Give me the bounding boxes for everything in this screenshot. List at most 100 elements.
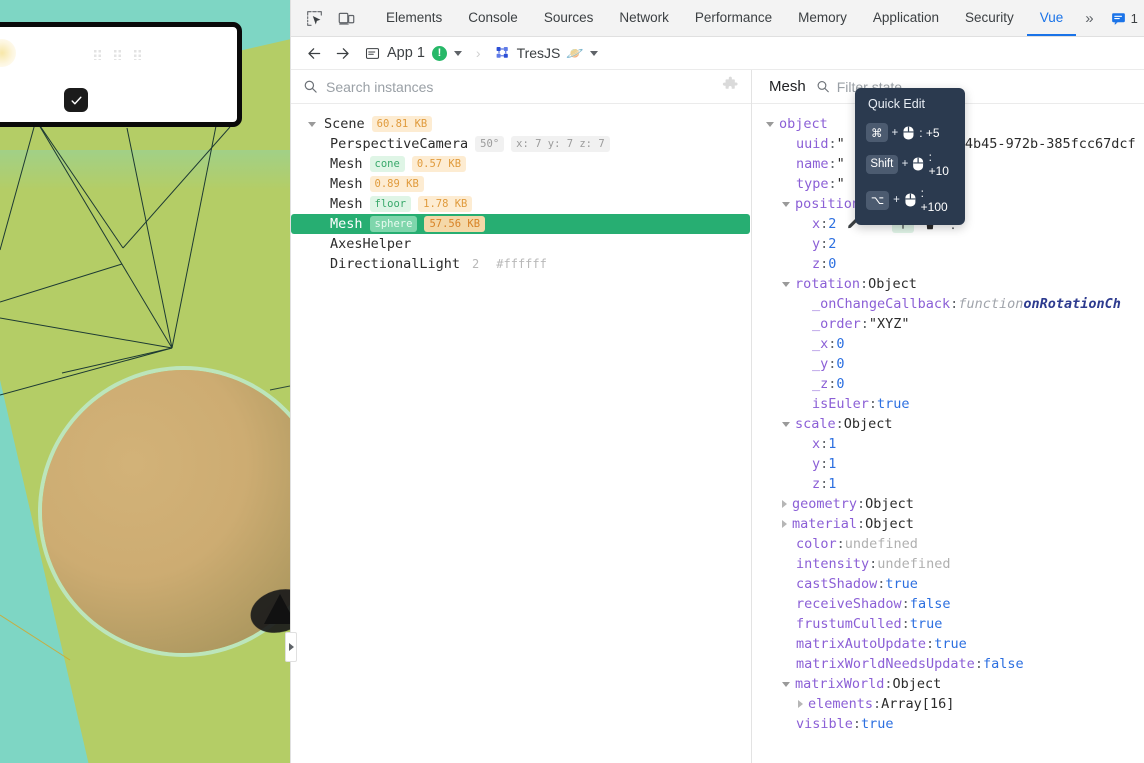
state-twisty-icon[interactable] [782, 681, 790, 687]
state-key-separator: : [828, 136, 837, 152]
state-property-row[interactable]: frustumCulled: true [752, 614, 1144, 634]
three-js-viewport[interactable]: Visible [0, 0, 290, 763]
tab-memory[interactable]: Memory [785, 0, 860, 36]
state-property-row[interactable]: color: undefined [752, 534, 1144, 554]
state-property-row[interactable]: matrixAutoUpdate: true [752, 634, 1144, 654]
state-property-key: _z [812, 376, 829, 392]
state-key-separator: : [857, 496, 866, 512]
state-twisty-icon[interactable] [766, 121, 774, 127]
component-selector[interactable]: TresJS 🪐 [491, 45, 602, 62]
more-tabs-button[interactable]: » [1076, 0, 1102, 36]
tree-row-tag: 0.89 KB [369, 175, 424, 193]
state-property-row[interactable]: y: 1 [752, 454, 1144, 474]
state-property-row[interactable]: visible: true [752, 714, 1144, 734]
state-property-value: 0 [836, 356, 845, 372]
state-property-row[interactable]: matrixWorldNeedsUpdate: false [752, 654, 1144, 674]
state-property-row[interactable]: material: Object [752, 514, 1144, 534]
state-twisty-icon[interactable] [782, 281, 790, 287]
state-property-row[interactable]: _y: 0 [752, 354, 1144, 374]
state-key-separator: : [901, 596, 910, 612]
quick-edit-plus: + [893, 194, 900, 206]
state-property-row[interactable]: intensity: undefined [752, 554, 1144, 574]
state-property-row[interactable]: elements: Array[16] [752, 694, 1144, 714]
puzzle-piece-icon[interactable] [722, 76, 739, 98]
state-property-value: 0 [836, 336, 845, 352]
state-property-key: z [812, 256, 821, 272]
state-key-separator: : [836, 536, 845, 552]
visible-checkbox[interactable] [64, 88, 88, 112]
tree-row-tag: sphere [369, 215, 418, 233]
app-label: App 1 [387, 45, 425, 61]
state-property-row[interactable]: x: 1 [752, 434, 1144, 454]
tree-row[interactable]: Scene 60.81 KB [291, 114, 751, 134]
state-key-separator: : [869, 556, 878, 572]
tab-console[interactable]: Console [455, 0, 531, 36]
chevron-down-icon[interactable] [453, 50, 462, 56]
tab-performance[interactable]: Performance [682, 0, 785, 36]
tab-vue[interactable]: Vue [1026, 0, 1077, 36]
quick-edit-value: : +10 [928, 150, 949, 178]
tree-row[interactable]: Mesh floor 1.78 KB [291, 194, 751, 214]
state-property-key: y [812, 456, 821, 472]
state-key-separator: : [820, 476, 829, 492]
state-property-value: Object [892, 676, 942, 692]
state-property-row[interactable]: isEuler: true [752, 394, 1144, 414]
forward-button[interactable] [329, 40, 355, 66]
device-toolbar-icon[interactable] [333, 5, 359, 31]
state-property-row[interactable]: _onChangeCallback: function onRotationCh [752, 294, 1144, 314]
state-twisty-icon[interactable] [782, 520, 787, 528]
state-property-row[interactable]: rotation: Object [752, 274, 1144, 294]
state-property-key: matrixWorld [795, 676, 885, 692]
drag-dots-icon[interactable] [93, 49, 142, 60]
tree-row-label: Mesh [330, 196, 363, 212]
search-instances-input[interactable] [326, 78, 714, 95]
app-window-icon [365, 47, 380, 59]
state-property-key: color [796, 536, 837, 552]
tweakpane-overlay[interactable]: Visible [0, 22, 242, 127]
state-property-row[interactable]: castShadow: true [752, 574, 1144, 594]
state-property-value: " [836, 176, 845, 192]
app-selector[interactable]: App 1 ! [357, 45, 466, 61]
state-twisty-icon[interactable] [782, 201, 790, 207]
state-property-row[interactable]: _z: 0 [752, 374, 1144, 394]
quick-edit-key: ⌘ [866, 123, 888, 142]
state-property-value: true [885, 576, 918, 592]
tree-row[interactable]: AxesHelper [291, 234, 751, 254]
state-twisty-icon[interactable] [798, 700, 803, 708]
state-twisty-icon[interactable] [782, 500, 787, 508]
tree-row[interactable]: Mesh 0.89 KB [291, 174, 751, 194]
state-key-separator: : [828, 336, 837, 352]
state-twisty-icon[interactable] [782, 421, 790, 427]
messages-badge[interactable]: 1 [1103, 11, 1144, 26]
state-property-row[interactable]: receiveShadow: false [752, 594, 1144, 614]
state-property-row[interactable]: z: 0 [752, 254, 1144, 274]
inspect-element-icon[interactable] [301, 5, 327, 31]
collapse-panel-handle[interactable] [285, 632, 297, 662]
state-property-value: 0 [836, 376, 845, 392]
tab-sources[interactable]: Sources [531, 0, 607, 36]
state-property-row[interactable]: z: 1 [752, 474, 1144, 494]
tree-twisty-icon[interactable] [308, 121, 316, 127]
state-property-row[interactable]: y: 2 [752, 234, 1144, 254]
state-property-row[interactable]: _x: 0 [752, 334, 1144, 354]
tab-application[interactable]: Application [860, 0, 952, 36]
tree-row[interactable]: Mesh cone 0.57 KB [291, 154, 751, 174]
state-property-function-name: onRotationCh [1023, 296, 1121, 312]
state-property-key: _order [812, 316, 861, 332]
state-property-row[interactable]: matrixWorld: Object [752, 674, 1144, 694]
back-button[interactable] [301, 40, 327, 66]
tree-row[interactable]: PerspectiveCamera 50° x: 7 y: 7 z: 7 [291, 134, 751, 154]
tab-network[interactable]: Network [606, 0, 682, 36]
state-property-row[interactable]: _order: "XYZ" [752, 314, 1144, 334]
tab-security[interactable]: Security [952, 0, 1027, 36]
state-property-row[interactable]: scale: Object [752, 414, 1144, 434]
chevron-down-icon-2[interactable] [589, 50, 598, 56]
tab-elements[interactable]: Elements [373, 0, 455, 36]
state-property-row[interactable]: geometry: Object [752, 494, 1144, 514]
state-property-key: z [812, 476, 821, 492]
viewport-devtools-divider[interactable] [285, 0, 297, 763]
tree-row[interactable]: Mesh sphere 57.56 KB [291, 214, 750, 234]
tree-row[interactable]: DirectionalLight 2 #ffffff [291, 254, 751, 274]
component-tree-icon [496, 47, 508, 58]
tweakpane-visible-row[interactable]: Visible [0, 79, 237, 121]
